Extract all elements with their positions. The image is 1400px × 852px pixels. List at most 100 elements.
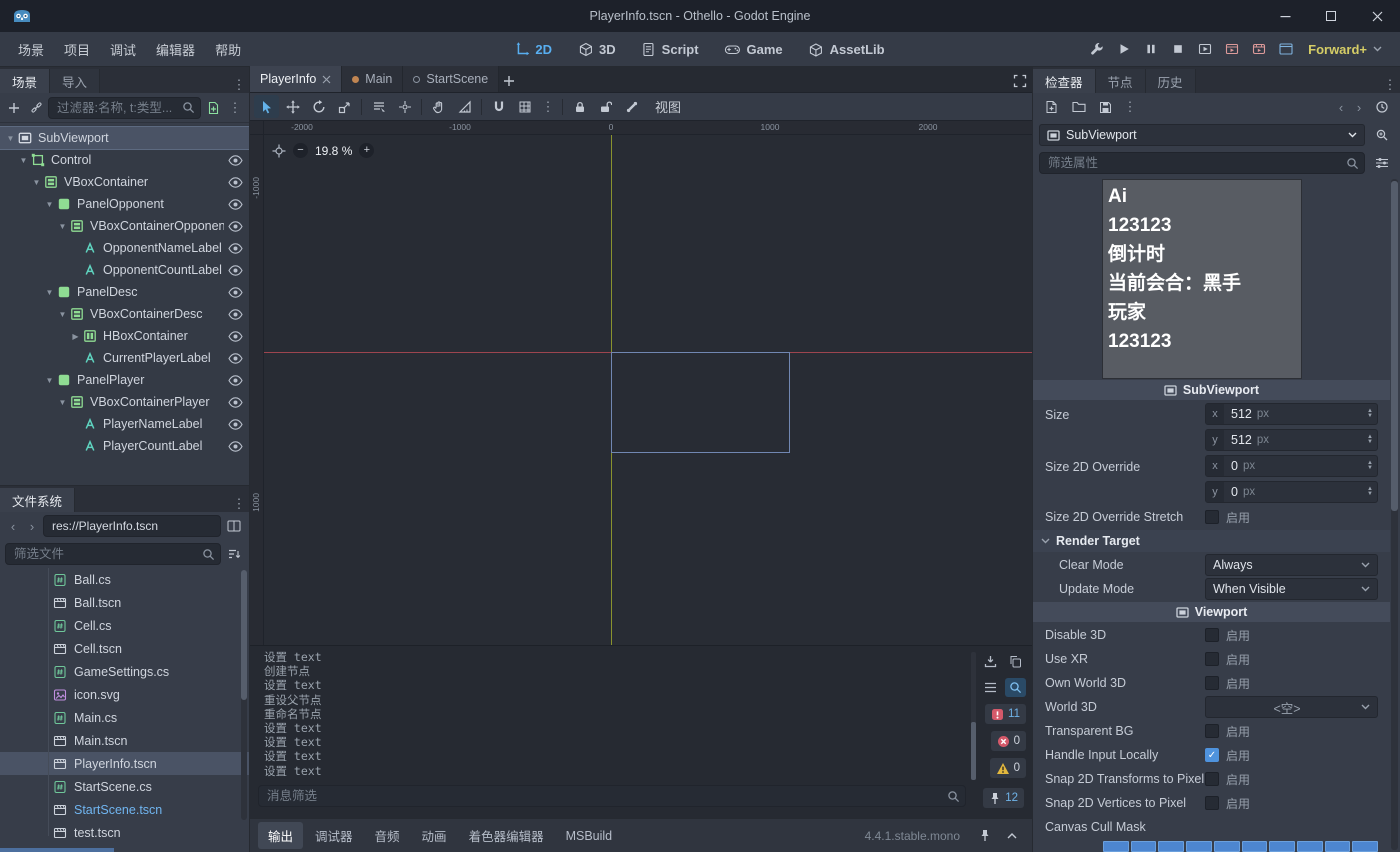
- filtered-count-badge[interactable]: 12: [983, 788, 1024, 808]
- collapse-arrow-icon[interactable]: ▼: [43, 376, 56, 385]
- edited-object-dropdown[interactable]: SubViewport: [1039, 124, 1365, 146]
- menu-scene[interactable]: 场景: [8, 35, 54, 64]
- tab-node[interactable]: 节点: [1095, 69, 1146, 93]
- cull-mask-layer[interactable]: [1324, 841, 1351, 852]
- scale-tool-button[interactable]: [332, 95, 357, 118]
- split-view-icon[interactable]: [224, 515, 244, 538]
- rotate-tool-button[interactable]: [306, 95, 331, 118]
- stepper-icon[interactable]: ▲ ▼: [1367, 408, 1373, 419]
- menu-project[interactable]: 项目: [54, 35, 100, 64]
- stepper-icon[interactable]: ▲ ▼: [1367, 486, 1373, 497]
- bottom-tab-msbuild[interactable]: MSBuild: [556, 825, 623, 847]
- object-history-button[interactable]: [1369, 96, 1394, 119]
- file-icon.svg[interactable]: icon.svg: [0, 683, 249, 706]
- transparent-bg-checkbox[interactable]: [1205, 724, 1219, 738]
- maximize-button[interactable]: [1308, 0, 1354, 32]
- history-back-icon[interactable]: ‹: [1333, 100, 1349, 115]
- pin-bottom-panel-button[interactable]: [972, 824, 997, 847]
- cull-mask-layer[interactable]: [1130, 841, 1157, 852]
- save-resource-button[interactable]: [1093, 96, 1118, 119]
- world-3d-dropdown[interactable]: <空>: [1205, 696, 1378, 718]
- history-forward-icon[interactable]: ›: [1351, 100, 1367, 115]
- section-render-target[interactable]: Render Target: [1033, 530, 1390, 552]
- cull-mask-layer[interactable]: [1241, 841, 1268, 852]
- tree-node-VBoxContainerPlayer[interactable]: ▼ VBoxContainerPlayer: [0, 391, 249, 413]
- distraction-free-button[interactable]: [1007, 69, 1032, 92]
- tab-scene[interactable]: 场景: [0, 69, 51, 93]
- menu-editor[interactable]: 编辑器: [146, 35, 205, 64]
- pan-tool-button[interactable]: [426, 95, 451, 118]
- run-specific-scene-button[interactable]: [1219, 38, 1244, 61]
- dock-menu-icon[interactable]: ⋮: [1380, 77, 1400, 93]
- filter-options-button[interactable]: [1369, 152, 1394, 175]
- visibility-eye-icon[interactable]: [228, 396, 243, 408]
- unlock-node-button[interactable]: [593, 95, 618, 118]
- copy-log-button[interactable]: [1005, 652, 1026, 671]
- stepper-icon[interactable]: ▲ ▼: [1367, 434, 1373, 445]
- visibility-eye-icon[interactable]: [228, 352, 243, 364]
- file-Main.tscn[interactable]: Main.tscn: [0, 729, 249, 752]
- tree-node-PanelDesc[interactable]: ▼ PanelDesc: [0, 281, 249, 303]
- file-Cell.cs[interactable]: Cell.cs: [0, 614, 249, 637]
- workspace-script[interactable]: Script: [630, 38, 711, 61]
- zoom-level[interactable]: 19.8 %: [315, 144, 352, 158]
- list-select-tool-button[interactable]: [366, 95, 391, 118]
- current-path[interactable]: res://PlayerInfo.tscn: [43, 515, 221, 537]
- cull-mask-layer[interactable]: [1103, 841, 1129, 852]
- pause-button[interactable]: [1138, 38, 1163, 61]
- save-log-button[interactable]: [980, 652, 1001, 671]
- workspace-assetlib[interactable]: AssetLib: [797, 38, 897, 61]
- embedded-game-button[interactable]: [1273, 38, 1298, 61]
- tree-node-VBoxContainer[interactable]: ▼ VBoxContainer: [0, 171, 249, 193]
- size-y-field[interactable]: y 512 px ▲ ▼: [1205, 429, 1378, 451]
- workspace-game[interactable]: Game: [713, 38, 795, 61]
- tree-node-OpponentCountLabel[interactable]: OpponentCountLabel: [0, 259, 249, 281]
- collapse-arrow-icon[interactable]: ▼: [43, 288, 56, 297]
- snap-2d-transforms-to-pixel-checkbox[interactable]: [1205, 772, 1219, 786]
- collapse-arrow-icon[interactable]: ▼: [4, 134, 17, 143]
- inspector-scrollbar[interactable]: [1391, 179, 1398, 850]
- workspace-2d[interactable]: 2D: [503, 38, 564, 61]
- size-2d-override-y-field[interactable]: y 0 px ▲ ▼: [1205, 481, 1378, 503]
- collapse-arrow-icon[interactable]: ▼: [17, 156, 30, 165]
- tree-node-PlayerNameLabel[interactable]: PlayerNameLabel: [0, 413, 249, 435]
- 2d-viewport-canvas[interactable]: − 19.8 % +: [264, 135, 1032, 645]
- nav-back-icon[interactable]: ‹: [5, 519, 21, 534]
- visibility-eye-icon[interactable]: [228, 440, 243, 452]
- stop-button[interactable]: [1165, 38, 1190, 61]
- zoom-in-button[interactable]: +: [359, 143, 375, 158]
- tree-node-Control[interactable]: ▼ Control: [0, 149, 249, 171]
- file-test.tscn[interactable]: test.tscn: [0, 821, 249, 844]
- scene-tab-startscene[interactable]: StartScene: [403, 66, 500, 92]
- tree-node-SubViewport[interactable]: ▼ SubViewport: [0, 126, 249, 150]
- close-tab-icon[interactable]: [322, 75, 331, 84]
- message-filter-input[interactable]: [258, 785, 966, 807]
- collapse-arrow-icon[interactable]: ▼: [56, 310, 69, 319]
- bottom-tab-animation[interactable]: 动画: [412, 822, 457, 849]
- message-count-badge[interactable]: 11: [985, 704, 1026, 724]
- update-mode-dropdown[interactable]: When Visible: [1205, 578, 1378, 600]
- file-GameSettings.cs[interactable]: GameSettings.cs: [0, 660, 249, 683]
- bottom-tab-audio[interactable]: 音频: [365, 822, 410, 849]
- menu-help[interactable]: 帮助: [205, 35, 251, 64]
- expand-arrow-icon[interactable]: ▶: [69, 332, 82, 341]
- stepper-icon[interactable]: ▲ ▼: [1367, 460, 1373, 471]
- zoom-out-button[interactable]: −: [293, 143, 308, 158]
- workspace-3d[interactable]: 3D: [566, 38, 628, 61]
- size-x-field[interactable]: x 512 px ▲ ▼: [1205, 403, 1378, 425]
- collapse-arrow-icon[interactable]: ▼: [56, 222, 69, 231]
- file-Ball.cs[interactable]: Ball.cs: [0, 568, 249, 591]
- visibility-eye-icon[interactable]: [228, 154, 243, 166]
- filesystem-scrollbar[interactable]: [241, 570, 247, 820]
- file-Ball.tscn[interactable]: Ball.tscn: [0, 591, 249, 614]
- cull-mask-layer[interactable]: [1158, 841, 1185, 852]
- collapse-arrow-icon[interactable]: ▼: [30, 178, 43, 187]
- tab-import[interactable]: 导入: [50, 69, 101, 93]
- scene-tab-playerinfo[interactable]: PlayerInfo: [250, 66, 343, 92]
- bottom-tab-debugger[interactable]: 调试器: [305, 822, 363, 849]
- cull-mask-layer[interactable]: [1213, 841, 1240, 852]
- visibility-eye-icon[interactable]: [228, 330, 243, 342]
- visibility-eye-icon[interactable]: [228, 198, 243, 210]
- tree-node-PanelOpponent[interactable]: ▼ PanelOpponent: [0, 193, 249, 215]
- scene-tab-main[interactable]: Main: [342, 66, 404, 92]
